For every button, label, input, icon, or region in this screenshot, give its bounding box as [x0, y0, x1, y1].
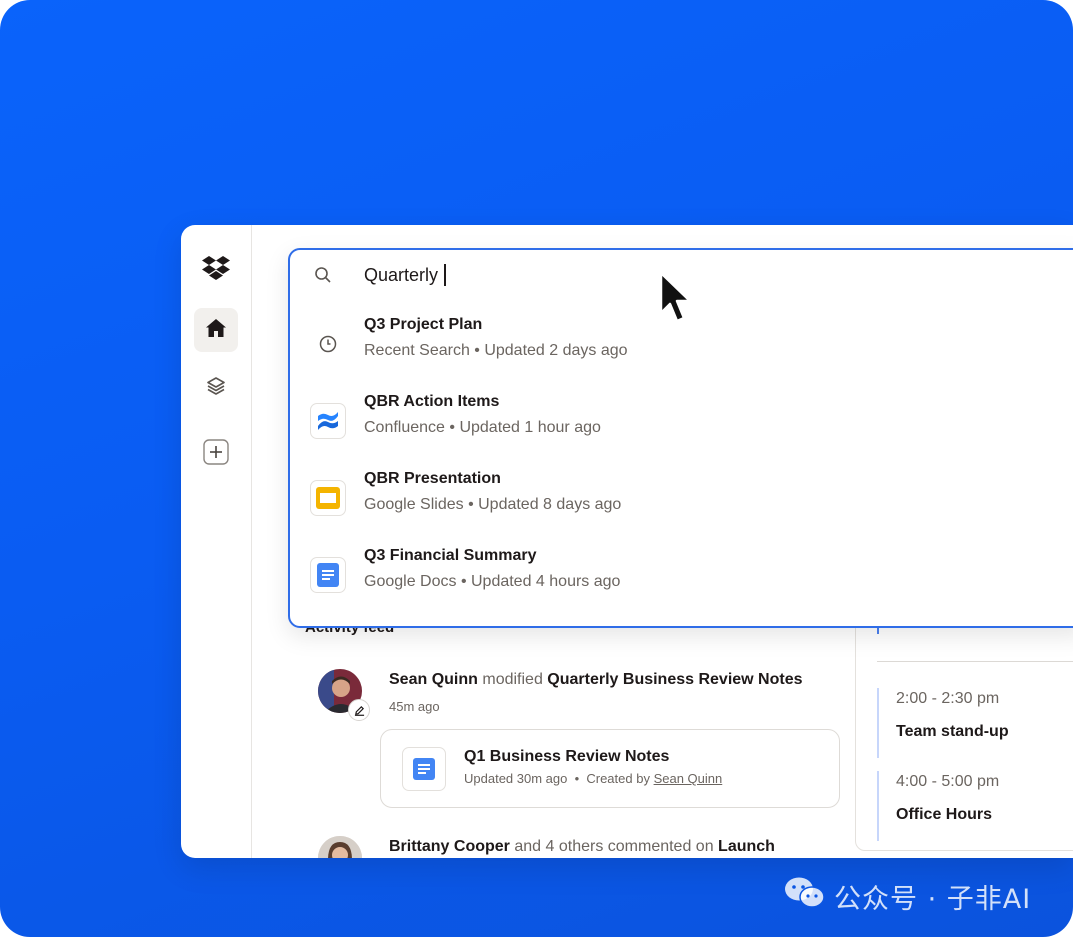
- sidebar-item-add[interactable]: [194, 432, 238, 476]
- result-meta: Google Slides • Updated 8 days ago: [364, 496, 622, 513]
- google-slides-icon: [310, 480, 346, 516]
- search-result[interactable]: Q3 Financial Summary Google Docs • Updat…: [290, 545, 1073, 609]
- event-time: 2:00 - 2:30 pm: [896, 690, 1000, 707]
- result-title: QBR Presentation: [364, 470, 501, 487]
- event-time: 4:00 - 5:00 pm: [896, 773, 1000, 790]
- watermark: 公众号 · 子非AI: [784, 876, 1031, 917]
- calendar-event[interactable]: 4:00 - 5:00 pm Office Hours: [877, 771, 999, 841]
- activity-time: 45m ago: [389, 699, 440, 714]
- divider: [877, 661, 1073, 662]
- google-docs-icon: [310, 557, 346, 593]
- result-title: Q3 Financial Summary: [364, 547, 537, 564]
- activity-text: Brittany Cooper and 4 others commented o…: [389, 838, 775, 856]
- result-title: QBR Action Items: [364, 393, 500, 410]
- document-card[interactable]: Q1 Business Review Notes Updated 30m ago…: [380, 729, 840, 808]
- result-title: Q3 Project Plan: [364, 316, 483, 333]
- calendar-panel: 2:00 - 2:30 pm Team stand-up 4:00 - 5:00…: [855, 605, 1073, 851]
- sidebar-item-home[interactable]: [194, 308, 238, 352]
- dropbox-logo-icon[interactable]: [194, 246, 238, 290]
- activity-target[interactable]: Quarterly Business Review Notes: [547, 671, 802, 688]
- search-result[interactable]: QBR Action Items Confluence • Updated 1 …: [290, 391, 1073, 455]
- google-docs-icon: [402, 747, 446, 791]
- activity-action: modified: [482, 671, 543, 688]
- activity-text: Sean Quinn modified Quarterly Business R…: [389, 671, 803, 689]
- plus-icon: [203, 438, 229, 470]
- activity-user[interactable]: Sean Quinn: [389, 671, 478, 688]
- search-query-text: Quarterly: [364, 264, 439, 285]
- result-meta: Confluence • Updated 1 hour ago: [364, 419, 601, 436]
- avatar[interactable]: [318, 836, 362, 858]
- activity-target[interactable]: Launch: [718, 838, 775, 855]
- clock-icon: [310, 326, 346, 362]
- search-input[interactable]: Quarterly: [364, 264, 447, 286]
- creator-link[interactable]: Sean Quinn: [654, 771, 723, 786]
- mouse-cursor-icon: [657, 271, 697, 332]
- blue-background: Activity feed Sean Quinn modif: [0, 0, 1073, 937]
- search-icon: [314, 266, 334, 286]
- result-meta: Recent Search • Updated 2 days ago: [364, 342, 628, 359]
- event-name: Office Hours: [896, 806, 993, 823]
- search-result[interactable]: QBR Presentation Google Slides • Updated…: [290, 468, 1073, 532]
- event-name: Team stand-up: [896, 723, 1009, 740]
- confluence-icon: [310, 403, 346, 439]
- text-caret: [444, 264, 447, 286]
- sidebar: [181, 225, 252, 858]
- wechat-icon: [784, 876, 826, 917]
- result-meta: Google Docs • Updated 4 hours ago: [364, 573, 621, 590]
- document-title: Q1 Business Review Notes: [464, 748, 670, 765]
- document-meta: Updated 30m ago • Created by Sean Quinn: [464, 771, 723, 786]
- layers-icon: [206, 376, 226, 401]
- calendar-event[interactable]: 2:00 - 2:30 pm Team stand-up: [877, 688, 1009, 758]
- activity-action: and 4 others commented on: [514, 838, 714, 855]
- home-icon: [206, 318, 226, 342]
- sidebar-item-layers[interactable]: [194, 366, 238, 410]
- watermark-text: 公众号 · 子非AI: [834, 884, 1032, 915]
- pencil-icon: [348, 699, 370, 721]
- activity-user[interactable]: Brittany Cooper: [389, 838, 510, 855]
